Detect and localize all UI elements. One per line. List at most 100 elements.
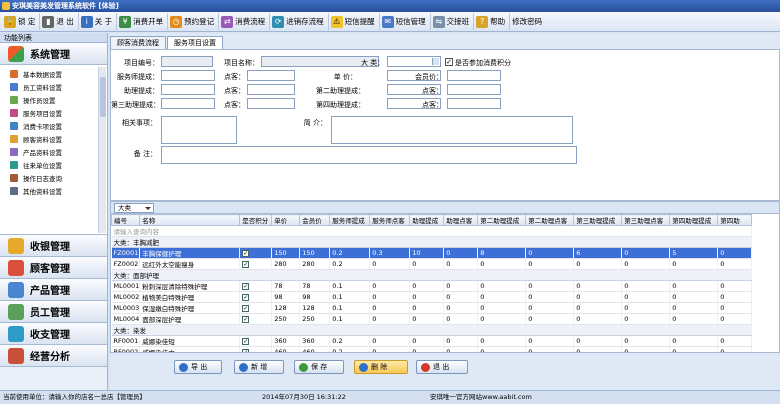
points-checkbox[interactable]: ✓ [242,294,250,301]
tab-service-settings[interactable]: 服务项目设置 [167,36,223,49]
table-cell[interactable]: 0 [409,313,445,325]
table-cell[interactable]: 360 [299,335,331,347]
table-cell[interactable]: 0 [525,335,575,347]
table-cell[interactable]: 6 [573,247,623,259]
table-cell[interactable]: 0.1 [329,302,371,314]
table-cell[interactable]: 280 [299,258,331,270]
points-cell[interactable]: ✓ [239,258,273,270]
table-cell[interactable]: 0 [477,280,527,292]
table-row[interactable]: FZ0001 丰胸保健护理 ✓ 150 150 0.2 0.3 10 0 8 0 6 0 5 0 [111,247,753,259]
table-cell[interactable]: 0 [717,313,753,325]
sidebar-item-customer[interactable]: 顾客资料设置 [0,132,107,145]
sidebar-item-service[interactable]: 服务项目设置 [0,106,107,119]
table-cell[interactable]: 280 [271,258,301,270]
assistant3-commission-input[interactable] [161,98,215,109]
table-cell[interactable]: 128 [299,302,331,314]
col-header[interactable]: 第四助 [717,214,753,226]
about-button[interactable]: i关 于 [79,13,118,30]
filter-placeholder[interactable]: 请输入查询内容 [111,225,753,237]
group-by-dropdown[interactable]: 大类 [114,202,154,213]
points-checkbox[interactable]: ✓ [242,283,250,290]
lock-button[interactable]: 🔒 锁 定 [2,13,41,30]
table-cell[interactable]: 0 [621,280,671,292]
sidebar-item-basic-data[interactable]: 基本数据设置 [0,67,107,80]
table-cell[interactable]: ML0004 [111,313,141,325]
table-cell[interactable]: 0 [525,313,575,325]
handover-button[interactable]: ⇋ 交接班 [431,13,475,30]
table-row[interactable]: FZ0002 远红外太空能瘦身 ✓ 280 280 0.2 0 0 0 0 0 0 0 0 0 [111,258,753,270]
save-button[interactable]: 保 存 [294,360,344,374]
filter-row[interactable]: 请输入查询内容 [111,225,753,237]
col-header[interactable]: 助理点客 [443,214,479,226]
table-cell[interactable]: 粉刺深层清除特殊护理 [139,280,241,292]
service-commission-input[interactable] [161,70,215,81]
table-cell[interactable]: 0 [717,280,753,292]
help-button[interactable]: ? 帮助 [474,13,511,30]
table-row[interactable]: RF0001 威娜染佳短 ✓ 360 360 0.2 0 0 0 0 0 0 0 0 0 [111,335,753,347]
table-cell[interactable]: 0 [443,335,479,347]
table-cell[interactable]: 0 [477,335,527,347]
col-header[interactable]: 第三助理提成 [573,214,623,226]
service-clicks-input[interactable] [247,70,295,81]
table-cell[interactable]: 0 [369,280,411,292]
table-cell[interactable]: 0 [621,258,671,270]
sidebar-item-partner[interactable]: 往来单位设置 [0,158,107,171]
table-cell[interactable]: 0 [669,313,719,325]
sidebar-item-card[interactable]: 消费卡项设置 [0,119,107,132]
col-header[interactable]: 服务师点客 [369,214,411,226]
status-website[interactable]: 安琪唯一官方网站www.aabit.com [430,391,532,404]
exit-button[interactable]: ▮ 退 出 [40,13,79,30]
table-cell[interactable]: 0 [525,291,575,303]
table-cell[interactable]: 250 [299,313,331,325]
sidebar-item-log[interactable]: 操作日志查询 [0,171,107,184]
sidebar-item-other[interactable]: 其他资料设置 [0,184,107,197]
table-cell[interactable]: 0 [369,313,411,325]
table-cell[interactable]: FZ0001 [111,247,141,259]
sidebar-module-customer[interactable]: 顾客管理 [0,257,107,279]
table-cell[interactable]: 0 [669,258,719,270]
table-cell[interactable]: 0 [477,291,527,303]
group-row[interactable]: 大类：染发 [111,324,753,336]
sidebar-module-analysis[interactable]: 经营分析 [0,345,107,367]
table-cell[interactable]: 150 [299,247,331,259]
table-cell[interactable]: 保湿嫩白特殊护理 [139,302,241,314]
intro-textarea[interactable] [331,116,573,144]
table-cell[interactable]: 0 [573,258,623,270]
col-header[interactable]: 第三助理点客 [621,214,671,226]
table-cell[interactable]: 0 [369,291,411,303]
table-cell[interactable]: FZ0002 [111,258,141,270]
table-cell[interactable]: 0.3 [369,247,411,259]
sidebar-module-cashier[interactable]: 收银管理 [0,235,107,257]
table-cell[interactable]: 360 [271,335,301,347]
points-cell[interactable]: ✓ [239,313,273,325]
table-cell[interactable]: 98 [271,291,301,303]
points-checkbox[interactable]: ✓ [242,305,250,312]
table-cell[interactable]: 0.2 [329,247,371,259]
table-cell[interactable]: ML0001 [111,280,141,292]
table-cell[interactable]: 0 [621,313,671,325]
table-cell[interactable]: 0 [409,280,445,292]
table-cell[interactable]: 0 [669,302,719,314]
assistant4-clicks-input[interactable] [447,98,501,109]
change-password-button[interactable]: 修改密码 [510,13,546,30]
table-cell[interactable]: 0 [621,291,671,303]
table-cell[interactable]: 0 [409,335,445,347]
table-cell[interactable]: 0 [369,302,411,314]
table-row[interactable]: ML0002 植物美白特殊护理 ✓ 98 98 0.1 0 0 0 0 0 0 0 0 0 [111,291,753,303]
cashier-button[interactable]: ¥ 消费开单 [117,13,169,30]
table-cell[interactable]: 250 [271,313,301,325]
table-cell[interactable]: 0.2 [329,335,371,347]
group-row[interactable]: 大类：丰胸减肥 [111,236,753,248]
table-cell[interactable]: 远红外太空能瘦身 [139,258,241,270]
col-header[interactable]: 第二助理点客 [525,214,575,226]
assistant-commission-input[interactable] [161,84,215,95]
table-cell[interactable]: 0 [443,258,479,270]
assistant-clicks-input[interactable] [247,84,295,95]
table-cell[interactable]: 128 [271,302,301,314]
sms-reminder-button[interactable]: ⚠ 短信提醒 [329,13,380,30]
table-row[interactable]: ML0001 粉刺深层清除特殊护理 ✓ 78 78 0.1 0 0 0 0 0 0 0 0 0 [111,280,753,292]
col-header[interactable]: 单价 [271,214,301,226]
table-cell[interactable]: 0 [573,280,623,292]
points-cell[interactable]: ✓ [239,247,273,259]
col-header[interactable]: 助理提成 [409,214,445,226]
